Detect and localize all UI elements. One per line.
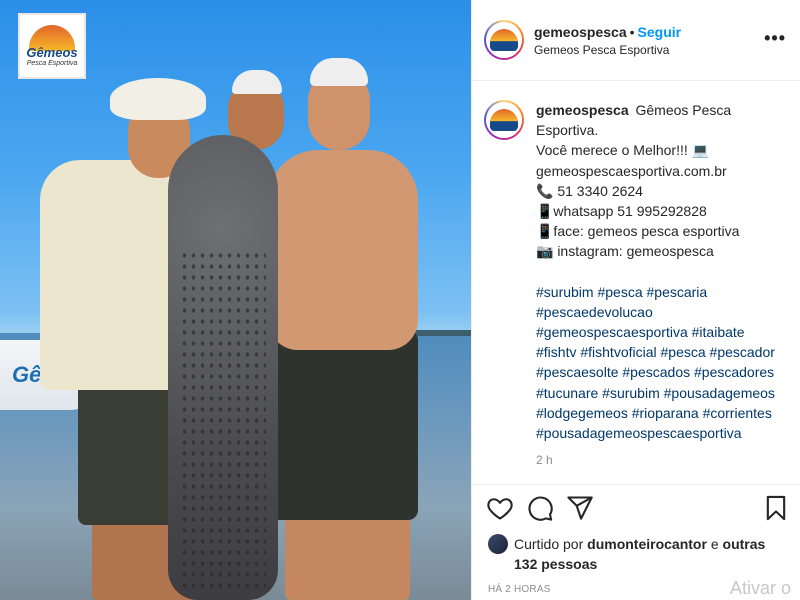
- avatar-frame: [486, 102, 522, 138]
- liker-username-link[interactable]: dumonteirocantor: [587, 536, 707, 552]
- post-header: gemeospesca • Seguir Gemeos Pesca Esportiv…: [472, 0, 800, 81]
- person-right-torso: [268, 150, 418, 350]
- hashtag-line[interactable]: #fishtv #fishtvoficial #pesca #pescador: [536, 342, 794, 362]
- caption-website: gemeospescaesportiva.com.br: [536, 162, 727, 179]
- caption-line: Esportiva.: [536, 122, 599, 139]
- header-text: gemeospesca • Seguir Gemeos Pesca Esportiv…: [534, 23, 681, 57]
- caption: gemeospesca Gêmeos Pesca Esportiva. Você…: [484, 100, 794, 467]
- hashtag-line[interactable]: #surubim #pesca #pescaria: [536, 282, 794, 302]
- comment-icon[interactable]: [526, 494, 554, 522]
- profile-avatar[interactable]: [484, 20, 524, 60]
- hashtag-line[interactable]: #pousadagemeospescaesportiva: [536, 423, 794, 443]
- action-bar: [486, 494, 791, 526]
- catfish-spots: [180, 250, 266, 590]
- person-right-legs: [285, 510, 410, 600]
- hashtag-line[interactable]: #lodgegemeos #rioparana #corrientes: [536, 403, 794, 423]
- person-left-hat: [110, 78, 206, 120]
- caption-facebook: 📱face: gemeos pesca esportiva: [536, 223, 740, 240]
- caption-avatar[interactable]: [484, 100, 524, 140]
- bookmark-icon[interactable]: [762, 494, 790, 522]
- post-panel: gemeospesca • Seguir Gemeos Pesca Esportiv…: [471, 0, 800, 600]
- caption-username-link[interactable]: gemeospesca: [536, 102, 629, 118]
- logo-word: Gêmeos: [26, 45, 78, 60]
- caption-instagram: 📷 instagram: gemeospesca: [536, 243, 714, 260]
- more-options-icon[interactable]: •••: [764, 28, 786, 49]
- actions-divider: [472, 484, 800, 485]
- avatar-logo-icon: [490, 109, 518, 131]
- caption-whatsapp: 📱whatsapp 51 995292828: [536, 203, 707, 220]
- caption-line: gemeospesca Gêmeos Pesca: [536, 100, 794, 120]
- caption-line: Você merece o Melhor!!! 💻: [536, 142, 710, 159]
- follow-button[interactable]: Seguir: [638, 24, 682, 40]
- logo-subtitle: Pesca Esportiva: [26, 60, 78, 67]
- username-link[interactable]: gemeospesca: [534, 24, 627, 40]
- avatar-frame: [486, 22, 522, 58]
- person-right-cap: [310, 58, 368, 86]
- likes-summary: Curtido por dumonteirocantor e outras 13…: [488, 534, 788, 574]
- hashtag-block: #surubim #pesca #pescaria #pescaedevoluc…: [536, 282, 794, 444]
- header-line: gemeospesca • Seguir: [534, 23, 681, 41]
- hashtag-line[interactable]: #tucunare #surubim #pousadagemeos: [536, 383, 794, 403]
- liked-by-prefix: Curtido por: [514, 536, 584, 552]
- location-link[interactable]: Gemeos Pesca Esportiva: [534, 43, 681, 57]
- post-time-ago[interactable]: HÁ 2 HORAS: [488, 584, 551, 595]
- photo-logo: Gêmeos Pesca Esportiva: [18, 13, 86, 79]
- caption-text-segment: Gêmeos Pesca: [635, 102, 732, 118]
- share-icon[interactable]: [566, 494, 594, 522]
- separator-dot: •: [629, 24, 635, 40]
- avatar-logo-icon: [490, 29, 518, 51]
- liker-avatar[interactable]: [488, 534, 508, 554]
- likes-text: Curtido por dumonteirocantor e outras 13…: [514, 534, 788, 574]
- hashtag-line[interactable]: #pescaesolte #pescados #pescadores: [536, 362, 794, 382]
- liked-by-and: e: [710, 536, 719, 552]
- activate-windows-watermark: Ativar o: [730, 578, 792, 598]
- person-middle-cap: [232, 70, 282, 94]
- caption-timestamp[interactable]: 2 h: [536, 453, 794, 467]
- caption-text: gemeospesca Gêmeos Pesca Esportiva. Você…: [536, 100, 794, 443]
- caption-phone: 📞 51 3340 2624: [536, 182, 643, 199]
- person-right-shorts: [268, 330, 418, 520]
- hashtag-line[interactable]: #gemeospescaesportiva #itaibate: [536, 322, 794, 342]
- post-photo[interactable]: Gêmeos Gêmeos Pesca Esportiva: [0, 0, 471, 600]
- hashtag-line[interactable]: #pescaedevolucao: [536, 302, 794, 322]
- heart-icon[interactable]: [486, 494, 514, 522]
